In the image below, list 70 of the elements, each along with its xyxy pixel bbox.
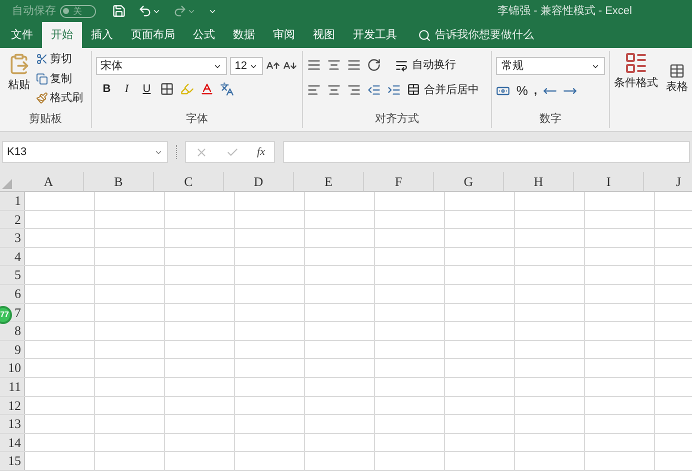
tell-me-field[interactable]: 告诉我你想要做什么 xyxy=(418,22,545,48)
copy-icon xyxy=(36,72,48,85)
number-group-label: 数字 xyxy=(538,112,563,127)
column-header[interactable]: I xyxy=(574,172,644,191)
fill-color-icon[interactable] xyxy=(180,82,194,96)
increase-indent-icon[interactable] xyxy=(387,82,402,97)
ribbon-tab[interactable]: 公式 xyxy=(184,22,224,48)
column-header[interactable]: G xyxy=(434,172,504,191)
conditional-formatting-button[interactable]: 条件格式 xyxy=(614,51,658,92)
formula-input[interactable] xyxy=(283,141,690,163)
align-right-icon[interactable] xyxy=(347,82,362,97)
column-header[interactable]: F xyxy=(364,172,434,191)
font-group-label: 字体 xyxy=(184,112,209,127)
orientation-icon[interactable] xyxy=(367,58,382,72)
copy-button[interactable]: 复制 xyxy=(36,70,83,87)
ribbon-tab[interactable]: 页面布局 xyxy=(122,22,184,48)
column-header[interactable]: B xyxy=(84,172,154,191)
underline-button[interactable]: U xyxy=(140,81,154,98)
paste-button[interactable]: 粘贴 xyxy=(4,51,34,110)
column-header[interactable]: A xyxy=(14,172,84,191)
bold-button[interactable]: B xyxy=(100,81,114,98)
align-middle-icon[interactable] xyxy=(327,58,342,72)
cut-button[interactable]: 剪切 xyxy=(36,51,83,68)
align-bottom-icon[interactable] xyxy=(347,58,362,72)
column-header[interactable]: J xyxy=(644,172,692,191)
undo-icon[interactable] xyxy=(138,4,152,18)
ribbon-tab[interactable]: 插入 xyxy=(82,22,122,48)
number-format-dropdown[interactable]: 常规 xyxy=(496,57,606,75)
decrease-indent-icon[interactable] xyxy=(367,82,382,97)
column-header[interactable]: H xyxy=(504,172,574,191)
align-left-icon[interactable] xyxy=(307,82,322,97)
window-title: 李锦强 - 兼容性模式 - Excel xyxy=(498,4,632,19)
percent-button[interactable]: % xyxy=(516,81,528,100)
autosave-label: 自动保存 xyxy=(12,4,56,19)
save-icon[interactable] xyxy=(112,4,126,18)
phonetic-icon[interactable] xyxy=(220,82,234,96)
column-header[interactable]: D xyxy=(224,172,294,191)
search-icon xyxy=(418,28,431,42)
format-painter-button[interactable]: 格式刷 xyxy=(36,90,83,106)
wrap-text-icon xyxy=(395,58,408,72)
format-as-table-button[interactable]: 表格 xyxy=(666,63,688,96)
merge-cells-icon xyxy=(407,83,420,96)
ribbon-tab[interactable]: 数据 xyxy=(224,22,264,48)
alignment-group-label: 对齐方式 xyxy=(374,112,420,127)
column-header[interactable]: C xyxy=(154,172,224,191)
redo-icon[interactable] xyxy=(173,4,187,18)
insert-function-button[interactable]: fx xyxy=(257,144,265,160)
merge-center-button[interactable]: 合并后居中 xyxy=(407,82,480,98)
conditional-format-icon xyxy=(624,51,648,75)
italic-button[interactable]: I xyxy=(120,81,134,98)
font-name-dropdown[interactable]: 宋体 xyxy=(96,57,227,75)
name-box[interactable]: K13 xyxy=(2,141,168,163)
font-size-dropdown[interactable]: 12 xyxy=(230,57,263,75)
wrap-text-button[interactable]: 自动换行 xyxy=(395,57,456,74)
table-icon xyxy=(669,63,686,79)
paintbrush-icon xyxy=(36,92,48,104)
column-header[interactable]: E xyxy=(294,172,364,191)
ribbon-tab[interactable]: 审阅 xyxy=(264,22,304,48)
clipboard-group-label: 剪贴板 xyxy=(28,112,63,127)
font-color-icon[interactable] xyxy=(200,82,214,96)
ribbon-tab[interactable]: 文件 xyxy=(2,22,42,48)
row-header[interactable]: 7 xyxy=(14,302,21,322)
align-center-icon[interactable] xyxy=(327,82,342,97)
ribbon-tab[interactable]: 视图 xyxy=(304,22,344,48)
ribbon-tab[interactable]: 开发工具 xyxy=(344,22,406,48)
align-top-icon[interactable] xyxy=(307,58,322,72)
scissors-icon xyxy=(36,53,48,66)
borders-icon[interactable] xyxy=(160,82,174,96)
comma-button[interactable]: , xyxy=(534,82,538,99)
ribbon-tab[interactable]: 开始 xyxy=(42,22,82,48)
